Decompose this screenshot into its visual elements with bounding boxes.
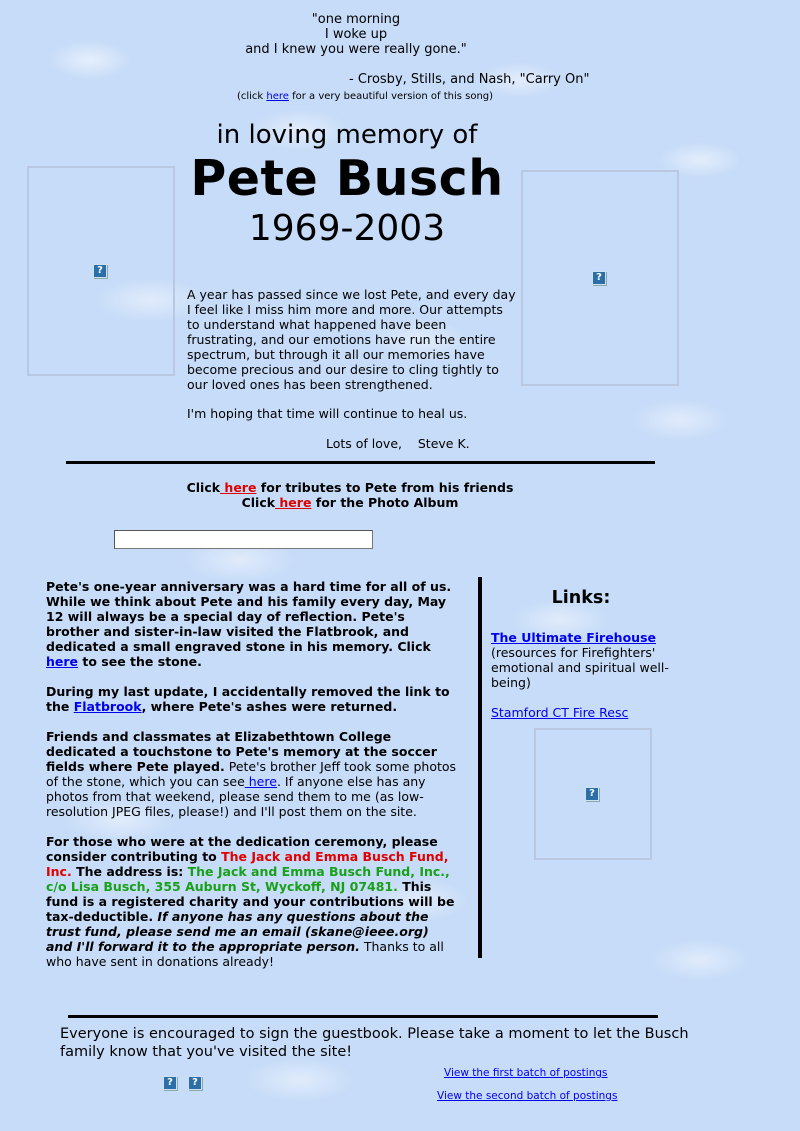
divider [66,461,655,464]
first-postings-link[interactable]: View the first batch of postings [444,1067,608,1079]
album-click: Click [241,495,276,510]
guestbook-text: Everyone is encouraged to sign the guest… [60,1026,689,1060]
photo-album-line: Click here for the Photo Album [0,495,700,510]
tributes-text: for tributes to Pete from his friends [256,480,514,495]
left-photo: ? [27,166,175,376]
links-heading: Links: [551,588,611,608]
news-text: The address is: [71,864,188,879]
song-note: (click here for a very beautiful version… [0,91,730,102]
links-list: The Ultimate Firehouse (resources for Fi… [491,630,676,720]
view-guestbook-icon[interactable]: ? [188,1076,202,1090]
photo-album-link[interactable]: here [275,495,311,510]
news-column: Pete's one-year anniversary was a hard t… [46,579,458,984]
tributes-line: Click here for tributes to Pete from his… [0,480,700,495]
memorial-subtitle: in loving memory of [216,120,478,150]
column-divider [478,577,482,958]
links-image: ? [534,728,652,860]
news-text: , where Pete's ashes were returned. [141,699,398,714]
quote-credit: - Crosby, Stills, and Nash, "Carry On" [349,72,590,87]
second-postings-link[interactable]: View the second batch of postings [437,1090,617,1102]
nav-links: Click here for tributes to Pete from his… [0,480,700,510]
broken-image-icon: ? [585,787,599,801]
news-paragraph-2: During my last update, I accidentally re… [46,684,458,714]
touchstone-photos-link[interactable]: here [245,774,277,789]
news-paragraph-3: Friends and classmates at Elizabethtown … [46,729,458,819]
song-link[interactable]: here [266,91,289,102]
text-field[interactable] [114,530,373,549]
hope-line: I'm hoping that time will continue to he… [187,406,468,421]
tributes-click: Click [186,480,221,495]
broken-image-icon: ? [93,264,107,278]
album-text: for the Photo Album [311,495,459,510]
quote-line-3: and I knew you were really gone." [245,42,467,57]
song-note-suffix: for a very beautiful version of this son… [288,91,494,102]
broken-image-icon: ? [592,271,606,285]
right-photo: ? [521,170,679,386]
divider [68,1015,658,1018]
news-text: Pete's one-year anniversary was a hard t… [46,579,452,654]
tributes-link[interactable]: here [220,480,256,495]
stone-link[interactable]: here [46,654,78,669]
sign-guestbook-icon[interactable]: ? [163,1076,177,1090]
signoff: Lots of love, Steve K. [326,436,470,451]
quote-line-2: I woke up [324,27,388,42]
song-note-prefix: (click [236,91,267,102]
song-quote: "one morning I woke up and I knew you we… [0,12,712,57]
firehouse-link[interactable]: The Ultimate Firehouse [491,630,656,645]
quote-line-1: "one morning [311,12,401,27]
intro-paragraph: A year has passed since we lost Pete, an… [187,287,516,392]
stamford-link[interactable]: Stamford CT Fire Resc [491,705,628,720]
news-paragraph-1: Pete's one-year anniversary was a hard t… [46,579,458,669]
firehouse-description: (resources for Firefighters' emotional a… [491,645,669,690]
news-text: to see the stone. [78,654,202,669]
news-paragraph-4: For those who were at the dedication cer… [46,834,458,969]
flatbrook-link[interactable]: Flatbrook [74,699,142,714]
